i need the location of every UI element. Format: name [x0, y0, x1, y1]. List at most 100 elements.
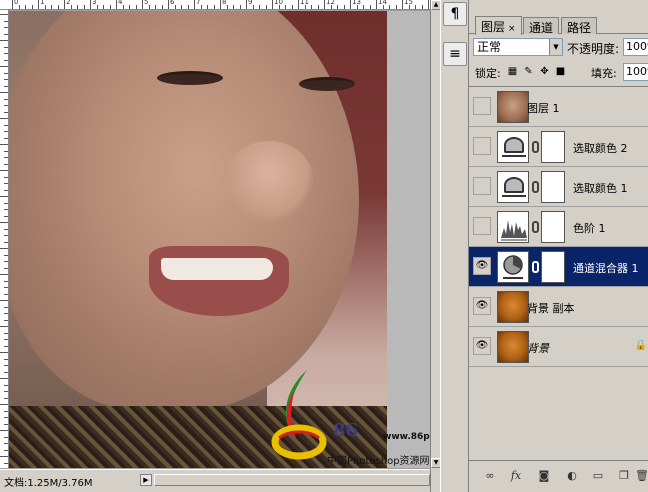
- opacity-input[interactable]: 100%: [623, 38, 648, 56]
- ruler-tick: [129, 5, 130, 9]
- layer-mask-thumbnail[interactable]: [541, 171, 565, 203]
- layer-row[interactable]: 选取颜色 1: [469, 167, 648, 207]
- link-chain-icon[interactable]: [532, 221, 539, 233]
- layer-row[interactable]: 图层 1: [469, 87, 648, 127]
- mask-icon[interactable]: ◙: [537, 469, 551, 483]
- trash-icon[interactable]: 🗑: [635, 469, 648, 483]
- ruler-tick: [116, 0, 117, 9]
- link-chain-icon[interactable]: [532, 181, 539, 193]
- left-eye: [157, 71, 223, 85]
- visibility-toggle[interactable]: [473, 97, 491, 115]
- ruler-tick: [174, 5, 176, 9]
- blend-mode-select[interactable]: 正常 ▼: [473, 38, 563, 56]
- layer-thumbnail[interactable]: [497, 331, 529, 363]
- close-icon[interactable]: ×: [508, 24, 516, 34]
- doc-size-status[interactable]: 文档:1.25M/3.76M: [4, 474, 93, 489]
- layer-name[interactable]: 选取颜色 2: [573, 140, 628, 156]
- lock-move-icon[interactable]: ✥: [539, 66, 550, 77]
- group-icon[interactable]: ▭: [591, 469, 605, 483]
- fill-input[interactable]: 100%: [623, 63, 648, 81]
- link-chain-icon[interactable]: [532, 261, 539, 273]
- levels-icon[interactable]: [497, 211, 529, 243]
- right-eye: [299, 77, 355, 91]
- teeth: [161, 258, 273, 280]
- horizontal-scrollbar[interactable]: [154, 474, 430, 486]
- eye-icon[interactable]: 👁: [473, 337, 491, 355]
- paragraph-icon[interactable]: ¶: [443, 2, 467, 26]
- layer-mask-thumbnail[interactable]: [541, 251, 565, 283]
- ruler-tick: [0, 14, 8, 15]
- ruler-tick: [311, 5, 312, 9]
- layer-row[interactable]: 👁 背景 🔒: [469, 327, 648, 367]
- new-layer-icon[interactable]: ❐: [617, 469, 631, 483]
- layer-row[interactable]: 选取颜色 2: [469, 127, 648, 167]
- layer-name[interactable]: 背景: [527, 340, 549, 356]
- ruler-tick: [70, 5, 72, 9]
- vertical-scrollbar[interactable]: ▲ ▼: [430, 0, 441, 492]
- channel-mixer-icon[interactable]: [497, 251, 529, 283]
- link-icon[interactable]: ∞: [483, 469, 497, 483]
- layer-row[interactable]: 色阶 1: [469, 207, 648, 247]
- ruler-tick: [0, 326, 8, 327]
- lock-label: 锁定:: [475, 67, 501, 80]
- ruler-tick: [337, 5, 338, 9]
- selective-color-icon[interactable]: [497, 131, 529, 163]
- link-chain-icon[interactable]: [532, 141, 539, 153]
- eye-icon[interactable]: 👁: [473, 297, 491, 315]
- watermark-logo-icon: [271, 370, 327, 460]
- ruler-tick: [148, 5, 150, 9]
- layer-row-selected[interactable]: 👁 通道混合器 1: [469, 247, 648, 287]
- ruler-tick: [330, 5, 332, 9]
- watermark-text: 中国Photoshop资源网: [327, 456, 430, 467]
- ruler-tick: [103, 5, 104, 9]
- tab-layers[interactable]: 图层 ×: [475, 16, 522, 35]
- ruler-tick: [259, 5, 260, 9]
- ruler-tick: [109, 5, 111, 9]
- ruler-tick: [0, 66, 8, 67]
- ruler-tick: [90, 0, 91, 9]
- visibility-toggle[interactable]: [473, 137, 491, 155]
- layer-mask-thumbnail[interactable]: [541, 211, 565, 243]
- ruler-tick: [12, 0, 13, 9]
- layer-name[interactable]: 图层 1: [527, 100, 560, 116]
- top-ruler[interactable]: 012345678910111213141516: [0, 0, 430, 10]
- visibility-toggle[interactable]: [473, 217, 491, 235]
- ruler-tick: [278, 5, 280, 9]
- layer-name[interactable]: 色阶 1: [573, 220, 606, 236]
- adjustment-icon[interactable]: ◐: [565, 469, 579, 483]
- history-icon[interactable]: ≡: [443, 42, 467, 66]
- fx-icon[interactable]: fx: [509, 469, 523, 483]
- lock-icon: 🔒: [634, 340, 647, 351]
- ruler-tick: [220, 0, 221, 9]
- ruler-tick: [31, 5, 33, 9]
- lock-paint-brush-icon[interactable]: ✎: [523, 66, 534, 77]
- ruler-tick: [226, 5, 228, 9]
- ruler-tick: [363, 5, 364, 9]
- layer-thumbnail[interactable]: [497, 91, 529, 123]
- ruler-tick: [64, 0, 65, 9]
- tab-channels[interactable]: 通道: [523, 17, 560, 35]
- ruler-tick: [233, 5, 234, 9]
- layer-row[interactable]: 👁 背景 副本: [469, 287, 648, 327]
- layers-panel: 图层× 通道 路径 正常 ▼ 不透明度: 100% 锁定: ▦ ✎ ✥ ■ 填充…: [468, 0, 648, 492]
- fill-label: 填充:: [591, 67, 617, 80]
- ruler-tick: [382, 5, 384, 9]
- layer-name[interactable]: 背景 副本: [527, 300, 575, 316]
- ruler-tick: [0, 40, 8, 41]
- layer-mask-thumbnail[interactable]: [541, 131, 565, 163]
- layer-name[interactable]: 通道混合器 1: [573, 260, 639, 276]
- visibility-toggle[interactable]: [473, 177, 491, 195]
- tab-paths[interactable]: 路径: [561, 17, 598, 35]
- ruler-tick: [44, 5, 46, 9]
- lock-transparent-icon[interactable]: ▦: [507, 66, 518, 77]
- selective-color-icon[interactable]: [497, 171, 529, 203]
- eye-icon[interactable]: 👁: [473, 257, 491, 275]
- ruler-tick: [421, 5, 423, 9]
- lock-all-icon[interactable]: ■: [555, 66, 566, 77]
- layer-name[interactable]: 选取颜色 1: [573, 180, 628, 196]
- left-ruler[interactable]: [0, 10, 9, 468]
- status-menu-arrow-icon[interactable]: ▶: [140, 474, 152, 486]
- layer-thumbnail[interactable]: [497, 291, 529, 323]
- chevron-down-icon[interactable]: ▼: [549, 39, 562, 55]
- ruler-tick: [77, 5, 78, 9]
